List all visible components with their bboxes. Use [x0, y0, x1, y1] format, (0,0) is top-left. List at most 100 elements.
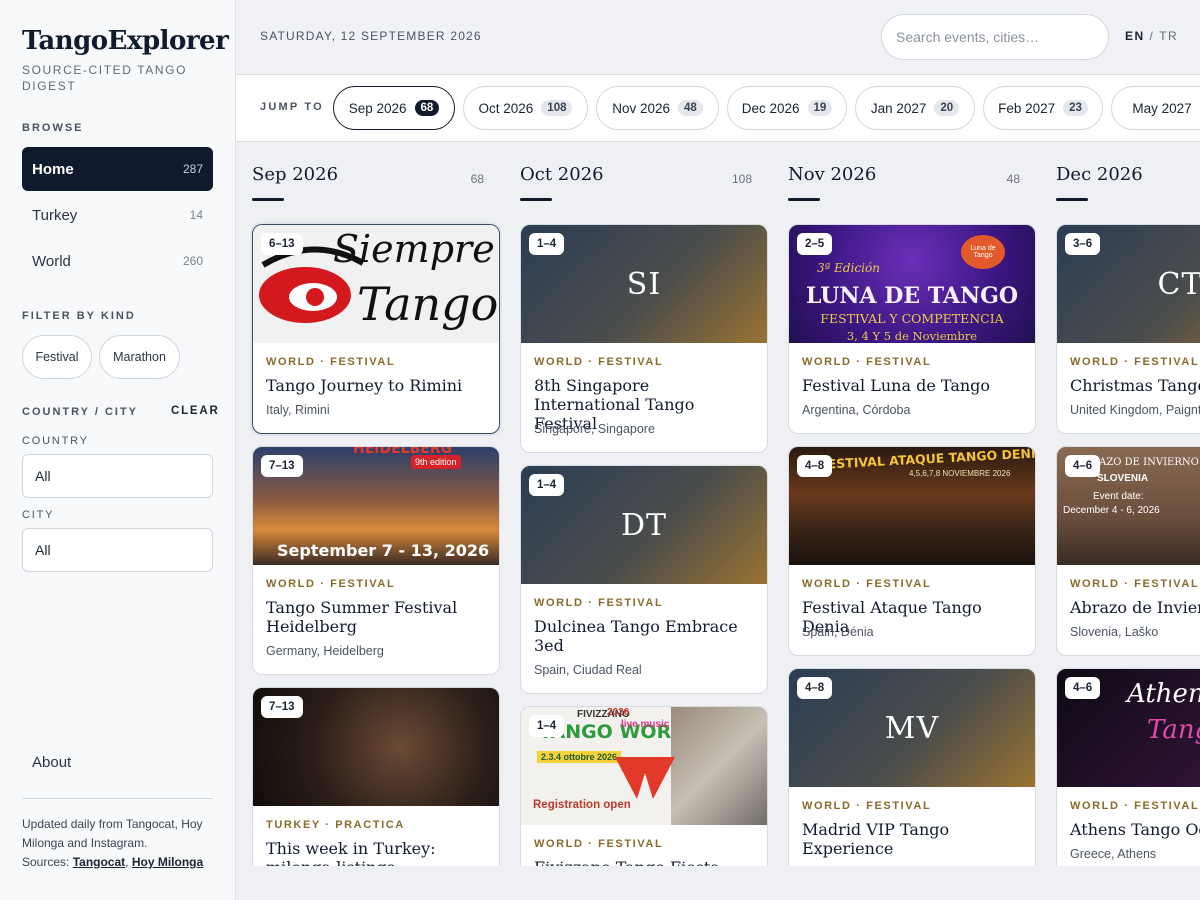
event-image: 3ª Edición LUNA DE TANGO FESTIVAL Y COMP… [789, 225, 1035, 343]
event-image: Siempre Tango 6–13 [253, 225, 499, 343]
column-count: 48 [1006, 172, 1020, 186]
about-link[interactable]: About [32, 754, 71, 771]
jump-month-label: Sep 2026 [348, 100, 407, 116]
event-card-christmas-tango[interactable]: CT 3–6 WORLD · FESTIVAL Christmas Tango … [1056, 224, 1200, 434]
event-image: 7–13 [253, 688, 499, 806]
event-card-madrid-vip[interactable]: MV 4–8 WORLD · FESTIVAL Madrid VIP Tango… [788, 668, 1036, 866]
brand-logo[interactable]: TangoExplorer [22, 26, 229, 56]
search-input[interactable] [881, 14, 1109, 60]
poster-text-athens: Athens [1127, 679, 1200, 709]
nav-turkey[interactable]: Turkey 14 [22, 193, 213, 237]
jump-oct-2026[interactable]: Oct 2026 108 [463, 86, 588, 130]
city-label: CITY [22, 509, 55, 521]
event-location: Argentina, Córdoba [802, 403, 911, 417]
event-title: This week in Turkey: milonga listings [266, 839, 436, 866]
country-select-value: All [35, 468, 51, 484]
event-location: Spain, Ciudad Real [534, 663, 642, 677]
kind-chip-festival[interactable]: Festival [22, 335, 92, 379]
nav-world-count: 260 [182, 254, 203, 268]
column-count: 108 [731, 172, 752, 186]
jump-month-count: 20 [934, 100, 960, 116]
event-kind: WORLD · FESTIVAL [534, 356, 664, 368]
event-kind: WORLD · FESTIVAL [802, 800, 932, 812]
nav-turkey-label: Turkey [32, 206, 78, 224]
date-badge: 1–4 [529, 474, 565, 496]
nav-world[interactable]: World 260 [22, 239, 213, 283]
browse-label: BROWSE [22, 122, 84, 134]
event-card-abrazo-de-invierno[interactable]: ABRAZO DE INVIERNO SLOVENIA Event date: … [1056, 446, 1200, 656]
column-underline [1056, 198, 1088, 201]
country-label: COUNTRY [22, 435, 89, 447]
poster-text-registration: Registration open [533, 799, 631, 811]
source-link-tangocat[interactable]: Tangocat [73, 855, 125, 869]
jump-month-label: Dec 2026 [741, 100, 800, 116]
poster-text-edition: 9th edition [411, 455, 461, 469]
event-card-turkey-week[interactable]: 7–13 TURKEY · PRACTICA This week in Turk… [252, 687, 500, 866]
poster-text-siempre: Siempre [333, 227, 495, 271]
event-image-placeholder: SI 1–4 [521, 225, 767, 343]
event-location: Singapore, Singapore [534, 422, 655, 436]
city-select[interactable]: All [22, 528, 213, 572]
event-location: Slovenia, Laško [1070, 625, 1159, 639]
event-title: Christmas Tango [1070, 376, 1200, 395]
brand-tagline: SOURCE-CITED TANGO DIGEST [22, 63, 188, 93]
jump-month-label: Feb 2027 [998, 100, 1056, 116]
event-kind: WORLD · FESTIVAL [1070, 800, 1200, 812]
source-link-hoy-milonga[interactable]: Hoy Milonga [132, 855, 203, 869]
event-kind: WORLD · FESTIVAL [802, 356, 932, 368]
date-badge: 2–5 [797, 233, 833, 255]
poster-text-country: SLOVENIA [1097, 473, 1149, 484]
date-badge: 7–13 [261, 696, 303, 718]
poster-text-tango: Tango Ody [1147, 715, 1200, 745]
jump-month-count: 19 [807, 100, 833, 116]
sidebar-divider [22, 798, 213, 799]
jump-feb-2027[interactable]: Feb 2027 23 [983, 86, 1103, 130]
footer-note: Updated daily from Tangocat, Hoy Milonga… [22, 815, 222, 872]
nav-home[interactable]: Home 287 [22, 147, 213, 191]
event-kind: WORLD · FESTIVAL [534, 838, 664, 850]
event-location: Italy, Rimini [266, 403, 330, 417]
nav-world-label: World [32, 252, 71, 270]
jump-month-count: 68 [414, 100, 440, 116]
event-card-ataque-tango[interactable]: FESTIVAL ATAQUE TANGO DENIA 4,5,6,7,8 NO… [788, 446, 1036, 656]
clear-filters-button[interactable]: CLEAR [171, 405, 220, 417]
column-title: Sep 2026 [252, 164, 339, 185]
event-location: Spain, Dénia [802, 625, 874, 639]
date-badge: 4–8 [797, 677, 833, 699]
jump-may-2027[interactable]: May 2027 [1111, 86, 1200, 130]
nav-home-count: 287 [182, 162, 203, 176]
event-card-heidelberg[interactable]: HEIDELBERG 9th edition September 7 - 13,… [252, 446, 500, 675]
event-title: Abrazo de Invierno [1070, 598, 1200, 617]
jump-dec-2026[interactable]: Dec 2026 19 [727, 86, 847, 130]
nav-turkey-count: 14 [189, 208, 203, 222]
jump-month-count: 48 [678, 100, 703, 116]
event-location: Greece, Athens [1070, 847, 1157, 861]
poster-text-dates: 4,5,6,7,8 NOVIEMBRE 2026 [909, 469, 1011, 478]
lang-en[interactable]: EN [1125, 29, 1145, 43]
jump-nov-2026[interactable]: Nov 2026 48 [596, 86, 719, 130]
column-underline [788, 198, 820, 201]
event-card-rimini[interactable]: Siempre Tango 6–13 WORLD · FESTIVAL Tang… [252, 224, 500, 434]
event-card-singapore[interactable]: SI 1–4 WORLD · FESTIVAL 8th Singapore In… [520, 224, 768, 453]
event-card-athens[interactable]: Athens Tango Ody 4–6 WORLD · FESTIVAL At… [1056, 668, 1200, 866]
event-image: HEIDELBERG 9th edition September 7 - 13,… [253, 447, 499, 565]
event-card-luna-de-tango[interactable]: 3ª Edición LUNA DE TANGO FESTIVAL Y COMP… [788, 224, 1036, 434]
event-kind: TURKEY · PRACTICA [266, 819, 405, 831]
event-card-dulcinea[interactable]: DT 1–4 WORLD · FESTIVAL Dulcinea Tango E… [520, 465, 768, 694]
lang-tr[interactable]: TR [1159, 29, 1178, 43]
country-select[interactable]: All [22, 454, 213, 498]
jump-month-count: 108 [541, 100, 573, 116]
kind-chip-marathon[interactable]: Marathon [99, 335, 180, 379]
event-image-placeholder: CT 3–6 [1057, 225, 1200, 343]
event-image: ABRAZO DE INVIERNO SLOVENIA Event date: … [1057, 447, 1200, 565]
jump-sep-2026[interactable]: Sep 2026 68 [333, 86, 455, 130]
event-title: Tango Journey to Rimini [266, 376, 463, 395]
event-title: Tango Summer Festival Heidelberg [266, 598, 458, 636]
sidebar: TangoExplorer SOURCE-CITED TANGO DIGEST … [0, 0, 236, 900]
poster-text-event-date-label: Event date: [1093, 491, 1144, 502]
event-card-fivizzano[interactable]: FIVIZZANO TANGO WORLD 2026 live music is… [520, 706, 768, 866]
date-badge: 4–8 [797, 455, 833, 477]
jump-jan-2027[interactable]: Jan 2027 20 [855, 86, 975, 130]
filter-kind-label: FILTER BY KIND [22, 310, 136, 322]
column-title: Nov 2026 [788, 164, 877, 185]
